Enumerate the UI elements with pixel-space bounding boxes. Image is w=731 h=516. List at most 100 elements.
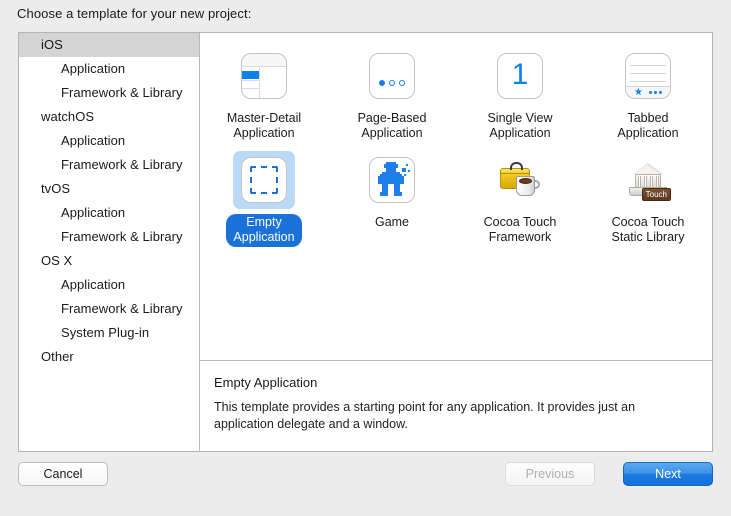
- platform-sidebar[interactable]: iOS Application Framework & Library watchOS…: [19, 33, 200, 451]
- single-view-icon: 1: [497, 53, 543, 99]
- content-line: [630, 81, 666, 82]
- template-icon-tile: ★: [617, 47, 679, 105]
- sidebar-item-os-x[interactable]: OS X: [19, 249, 199, 273]
- template-label: Empty Application: [226, 214, 302, 247]
- sidebar-item-framework-library[interactable]: Framework & Library: [19, 153, 199, 177]
- template-label: Cocoa Touch Framework: [477, 214, 564, 247]
- template-label-line-1: Cocoa Touch: [611, 215, 685, 229]
- sidebar-item-watchos[interactable]: watchOS: [19, 105, 199, 129]
- template-label-line-1: Master-Detail: [226, 111, 302, 125]
- sidebar-item-label: watchOS: [41, 109, 95, 124]
- sidebar-item-label: Other: [41, 349, 74, 364]
- toolbox-handle: [510, 162, 523, 170]
- empty-application-icon: [241, 157, 287, 203]
- star-icon: ★: [634, 86, 643, 98]
- sidebar-item-application[interactable]: Application: [19, 129, 199, 153]
- tabbed-icon: ★: [625, 53, 671, 99]
- sidebar-item-other[interactable]: Other: [19, 345, 199, 369]
- sidebar-item-framework-library[interactable]: Framework & Library: [19, 81, 199, 105]
- touch-badge: Touch: [641, 188, 671, 201]
- template-icon-tile: 1: [489, 47, 551, 105]
- sidebar-item-system-plug-in[interactable]: System Plug-in: [19, 321, 199, 345]
- sidebar-item-label: Application: [61, 61, 126, 76]
- template-icon-tile: [489, 151, 551, 209]
- template-label-line-2: Static Library: [611, 230, 685, 244]
- building-column: [656, 176, 659, 187]
- list-row-line: [242, 66, 259, 67]
- template-row-2: Empty Application Game Cocoa Touch Framework…: [200, 149, 712, 253]
- page-dot: [399, 80, 405, 86]
- template-item-cocoa-touch-framework[interactable]: Cocoa Touch Framework: [456, 149, 584, 253]
- sidebar-item-label: OS X: [41, 253, 73, 268]
- content-line: [630, 65, 666, 66]
- template-grid-and-description: Master-Detail Application Page-Based Applic…: [200, 33, 712, 451]
- device-frame: [241, 157, 287, 203]
- sidebar-item-tvos[interactable]: tvOS: [19, 177, 199, 201]
- template-label: Tabbed Application: [610, 110, 685, 143]
- cancel-button[interactable]: Cancel: [18, 462, 108, 486]
- template-label: Page-Based Application: [351, 110, 434, 143]
- previous-button[interactable]: Previous: [505, 462, 595, 486]
- template-label-line-1: Empty: [246, 215, 282, 229]
- device-frame: [241, 53, 287, 99]
- template-label: Single View Application: [480, 110, 559, 143]
- sidebar-item-label: Application: [61, 133, 126, 148]
- sidebar-item-label: Framework & Library: [61, 301, 183, 316]
- template-label-line-1: Cocoa Touch: [483, 215, 557, 229]
- template-label: Master-Detail Application: [220, 110, 308, 143]
- page-title: Choose a template for your new project:: [17, 6, 252, 21]
- master-detail-icon: [241, 53, 287, 99]
- template-label-line-1: Game: [374, 215, 410, 229]
- template-label-line-2: Application: [489, 126, 551, 140]
- sidebar-item-label: Framework & Library: [61, 229, 183, 244]
- cocoa-touch-framework-icon: [497, 157, 543, 203]
- next-button[interactable]: Next: [623, 462, 713, 486]
- list-row-line: [242, 80, 259, 81]
- sidebar-item-application[interactable]: Application: [19, 273, 199, 297]
- more-icon: [648, 91, 662, 94]
- coffee-surface: [519, 178, 532, 184]
- device-frame: ★: [625, 53, 671, 99]
- template-label-line-2: Application: [233, 230, 295, 244]
- description-title: Empty Application: [214, 375, 318, 390]
- sidebar-item-framework-library[interactable]: Framework & Library: [19, 297, 199, 321]
- dashed-placeholder: [250, 166, 278, 194]
- template-item-empty-application[interactable]: Empty Application: [200, 149, 328, 253]
- template-item-page-based-application[interactable]: Page-Based Application: [328, 45, 456, 149]
- template-row-1: Master-Detail Application Page-Based Applic…: [200, 45, 712, 149]
- sidebar-item-framework-library[interactable]: Framework & Library: [19, 225, 199, 249]
- template-icon-tile: [361, 151, 423, 209]
- building-column: [638, 176, 641, 187]
- sidebar-item-ios[interactable]: iOS: [19, 33, 199, 57]
- description-text: This template provides a starting point …: [214, 400, 636, 431]
- building-roof: [634, 165, 660, 174]
- page-dot-active: [379, 80, 385, 86]
- sidebar-item-application[interactable]: Application: [19, 201, 199, 225]
- sprite-figure: [378, 162, 410, 196]
- page-dots: [370, 80, 414, 86]
- template-icon-tile: [361, 47, 423, 105]
- template-label-line-2: Application: [361, 126, 423, 140]
- numeral-one-glyph: 1: [511, 58, 529, 91]
- device-frame: 1: [497, 53, 543, 99]
- building-column: [650, 176, 653, 187]
- template-item-game[interactable]: Game: [328, 149, 456, 253]
- template-item-cocoa-touch-static-library[interactable]: Touch Cocoa Touch Static Library: [584, 149, 712, 253]
- template-icon-tile: [233, 47, 295, 105]
- column-divider: [259, 66, 260, 98]
- sidebar-item-label: Framework & Library: [61, 157, 183, 172]
- game-icon: [369, 157, 415, 203]
- sidebar-item-application[interactable]: Application: [19, 57, 199, 81]
- sidebar-item-label: Application: [61, 277, 126, 292]
- template-item-master-detail-application[interactable]: Master-Detail Application: [200, 45, 328, 149]
- selected-row: [242, 71, 259, 79]
- content-line: [630, 73, 666, 74]
- template-label-line-1: Tabbed: [627, 111, 669, 125]
- building-column: [644, 176, 647, 187]
- sidebar-item-label: Framework & Library: [61, 85, 183, 100]
- template-description-panel: Empty Application This template provides…: [200, 361, 712, 451]
- template-item-tabbed-application[interactable]: ★ Tabbed Application: [584, 45, 712, 149]
- template-chooser-panel: iOS Application Framework & Library watchOS…: [18, 32, 713, 452]
- template-item-single-view-application[interactable]: 1 Single View Application: [456, 45, 584, 149]
- device-frame: [369, 53, 415, 99]
